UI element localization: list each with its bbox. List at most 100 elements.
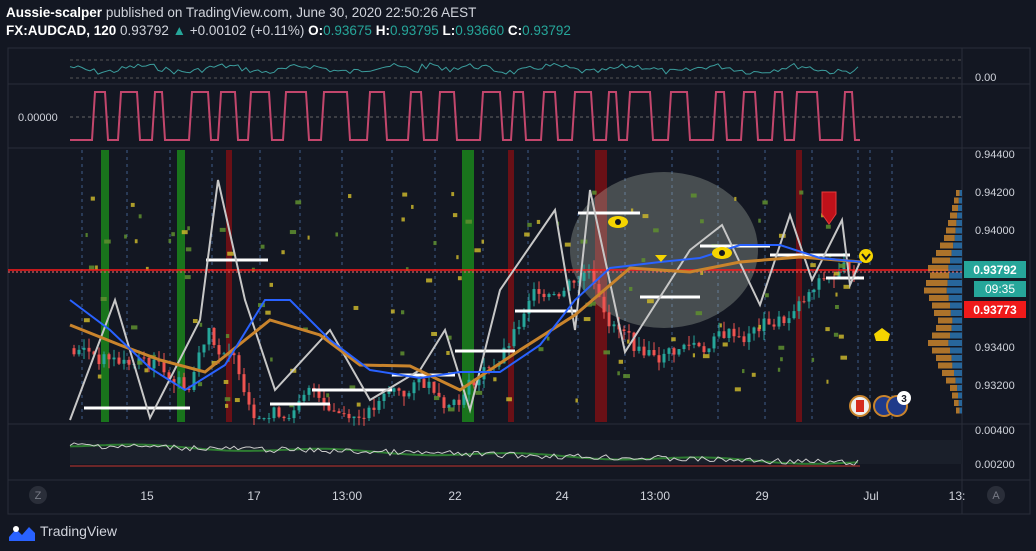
candle-body (387, 391, 391, 394)
mini-profile-block (219, 227, 226, 232)
candle-body (612, 324, 616, 327)
time-tick-label: 13:00 (640, 489, 670, 503)
mini-profile-block (85, 233, 88, 238)
price-tick-label: 0.93400 (975, 342, 1015, 354)
candle-body (717, 331, 721, 337)
vp-row-left (952, 205, 958, 211)
candle-body (277, 407, 281, 417)
ohlc-line: FX:AUDCAD, 120 0.93792 ▲ +0.00102 (+0.11… (6, 22, 1026, 40)
publisher-name[interactable]: Aussie-scalper (6, 5, 102, 20)
candle-body (522, 313, 526, 327)
candle-body (667, 348, 671, 354)
candle-body (547, 294, 551, 298)
mini-profile-block (536, 219, 541, 224)
vp-row-right (948, 295, 962, 301)
mini-profile-block (493, 377, 497, 382)
candle-body (817, 278, 821, 290)
candle-body (532, 289, 536, 301)
vp-row-left (938, 317, 953, 324)
mini-profile-block (742, 369, 745, 374)
mini-profile-block (838, 263, 846, 268)
mini-profile-block (642, 214, 649, 219)
mini-profile-block (764, 293, 769, 298)
candle-body (362, 417, 366, 419)
mini-profile-block (538, 347, 544, 352)
candle-body (287, 418, 291, 420)
change-arrow-icon: ▲ (172, 23, 186, 38)
mini-profile-block (671, 337, 676, 342)
candle-body (407, 393, 411, 397)
mini-profile-block (227, 251, 234, 256)
mini-profile-block (840, 355, 848, 360)
candle-body (797, 301, 801, 312)
vp-row-left (946, 227, 956, 234)
mini-profile-block (401, 217, 405, 222)
vp-row-right (956, 220, 962, 226)
mini-profile-block (647, 299, 654, 304)
mini-profile-block (722, 342, 728, 347)
mini-profile-block (95, 265, 98, 270)
candle-body (357, 416, 361, 418)
mini-profile-block (225, 334, 230, 339)
vp-row-right (958, 392, 962, 399)
candle-body (112, 357, 116, 360)
candle-body (352, 416, 356, 419)
candle-body (537, 289, 541, 294)
mini-profile-block (223, 379, 229, 384)
candle-body (302, 394, 306, 401)
vp-row-right (948, 340, 962, 346)
mini-profile-block (734, 196, 737, 201)
candle-body (152, 359, 156, 369)
candle-body (377, 400, 381, 410)
vp-row-left (954, 197, 959, 204)
candle-body (237, 355, 241, 375)
mini-profile-block (234, 398, 240, 403)
candle-body (622, 329, 626, 332)
mini-profile-block (592, 190, 597, 195)
mini-profile-block (457, 276, 462, 281)
high-value: 0.93795 (389, 23, 439, 38)
candle-body (267, 418, 271, 420)
tradingview-brand[interactable]: TradingView (40, 523, 117, 539)
mini-profile-block (171, 232, 175, 237)
candle-body (542, 293, 546, 298)
candle-body (737, 336, 741, 338)
mini-profile-block (617, 371, 620, 376)
close-value: 0.93792 (522, 23, 571, 38)
mini-profile-block (452, 213, 458, 218)
mini-profile-block (90, 196, 95, 201)
vp-row-left (932, 332, 950, 339)
canada-flag-mark (856, 400, 864, 412)
mini-profile-block (833, 332, 839, 337)
vp-row-left (932, 302, 950, 309)
time-tick-label: Jul (863, 489, 878, 503)
low-label: L: (442, 23, 456, 38)
candle-body (822, 278, 826, 280)
published-text: published on TradingView.com, June 30, 2… (105, 5, 477, 20)
vp-row-right (946, 287, 962, 294)
mini-profile-block (629, 286, 633, 291)
vp-row-right (959, 407, 962, 414)
vp-row-right (950, 257, 962, 264)
candle-body (517, 326, 521, 330)
candle-body (627, 331, 631, 333)
time-tick-label: 17 (247, 489, 261, 503)
mini-profile-block (433, 396, 440, 401)
candle-body (792, 311, 796, 319)
candle-body (697, 342, 701, 347)
candle-body (212, 327, 216, 346)
mini-profile-block (446, 350, 450, 355)
vp-row-left (930, 272, 950, 279)
last-price: 0.93792 (120, 23, 169, 38)
symbol-label[interactable]: FX:AUDCAD, 120 (6, 23, 116, 38)
candle-body (417, 378, 421, 383)
candle-body (512, 329, 516, 347)
vp-row-right (952, 317, 962, 324)
tradingview-logo-icon[interactable] (7, 523, 37, 543)
chart-canvas[interactable]: 3 0.00 0.00000 0.94400 0.94200 0.94000 0.9340… (0, 44, 1036, 515)
mini-profile-block (326, 393, 330, 398)
mini-profile-block (451, 192, 455, 197)
mini-profile-block (734, 387, 741, 392)
vp-row-left (936, 355, 952, 361)
mini-profile-block (348, 194, 352, 199)
